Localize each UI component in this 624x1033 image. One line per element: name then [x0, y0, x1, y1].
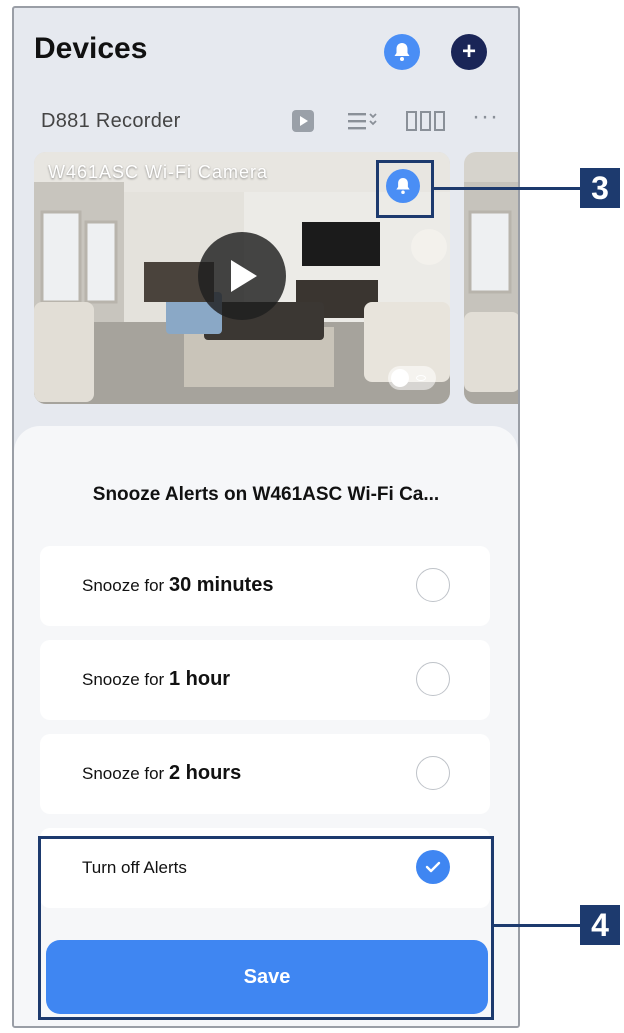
eye-icon — [416, 375, 426, 381]
toggle-knob — [391, 369, 409, 387]
callout-box-bell — [376, 160, 434, 218]
option-prefix: Snooze for — [82, 670, 169, 689]
radio-button[interactable] — [416, 756, 450, 790]
option-prefix: Snooze for — [82, 764, 169, 783]
play-icon — [231, 260, 257, 292]
snooze-1-hour-option[interactable]: Snooze for 1 hour — [40, 640, 490, 720]
snooze-2-hours-option[interactable]: Snooze for 2 hours — [40, 734, 490, 814]
callout-number-3: 3 — [580, 168, 620, 208]
option-value: 30 minutes — [168, 574, 274, 596]
recorder-name: D881 Recorder — [41, 110, 181, 132]
callout-box-save-section — [38, 836, 494, 1020]
grid-view-icon[interactable] — [406, 110, 446, 132]
option-value: 1 hour — [168, 668, 231, 690]
callout-number-4: 4 — [580, 905, 620, 945]
bell-icon — [394, 43, 410, 61]
callout-line-bell — [434, 187, 582, 190]
list-view-icon[interactable] — [348, 110, 380, 132]
option-value: 2 hours — [168, 762, 242, 784]
snooze-30-minutes-option[interactable]: Snooze for 30 minutes — [40, 546, 490, 626]
radio-button[interactable] — [416, 662, 450, 696]
option-label: Snooze for 1 hour — [82, 668, 230, 691]
camera-name: W461ASC Wi-Fi Camera — [48, 162, 269, 182]
page-title: Devices — [34, 32, 148, 65]
callout-line-save-section — [494, 924, 582, 927]
add-device-button[interactable]: + — [451, 34, 487, 70]
privacy-toggle[interactable] — [388, 366, 436, 390]
sheet-title: Snooze Alerts on W461ASC Wi-Fi Ca... — [92, 484, 440, 505]
option-label: Snooze for 30 minutes — [82, 574, 273, 597]
more-icon[interactable]: ··· — [472, 103, 499, 130]
plus-icon: + — [461, 38, 476, 65]
play-video-button[interactable] — [198, 232, 286, 320]
notifications-button[interactable] — [384, 34, 420, 70]
play-icon[interactable] — [292, 110, 314, 132]
option-label: Snooze for 2 hours — [82, 762, 241, 785]
option-prefix: Snooze for — [82, 576, 169, 595]
radio-button[interactable] — [416, 568, 450, 602]
